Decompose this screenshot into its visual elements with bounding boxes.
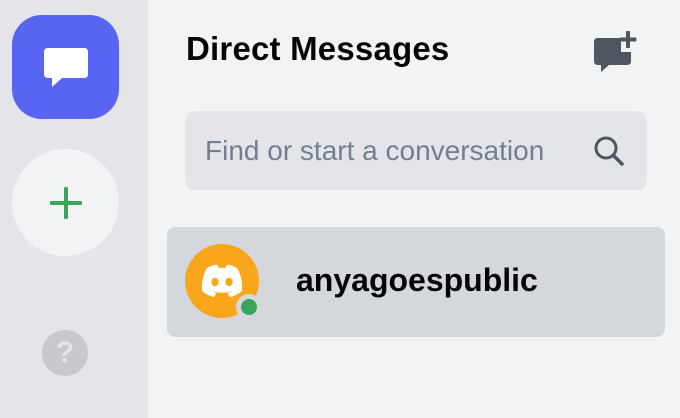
plus-icon <box>49 186 82 219</box>
discord-app: ? Direct Messages Find or start a conver… <box>0 0 680 418</box>
discord-logo-icon <box>201 264 243 297</box>
server-rail: ? <box>0 0 148 418</box>
online-status-indicator <box>236 294 262 320</box>
search-bar[interactable] <box>185 111 647 190</box>
help-button[interactable]: ? <box>42 330 88 376</box>
question-icon: ? <box>55 336 75 369</box>
dm-list-item[interactable]: anyagoespublic <box>167 227 665 337</box>
new-dm-button[interactable] <box>591 28 641 78</box>
dm-username: anyagoespublic <box>296 262 538 298</box>
new-dm-icon <box>594 31 637 72</box>
search-icon[interactable] <box>589 131 629 171</box>
page-title: Direct Messages <box>186 30 450 67</box>
add-server-button[interactable] <box>12 149 119 256</box>
direct-messages-home-button[interactable] <box>12 15 119 119</box>
search-input[interactable] <box>205 134 589 167</box>
chat-bubble-icon <box>43 48 88 87</box>
direct-messages-panel: Direct Messages Find or start a conversa… <box>148 0 680 418</box>
